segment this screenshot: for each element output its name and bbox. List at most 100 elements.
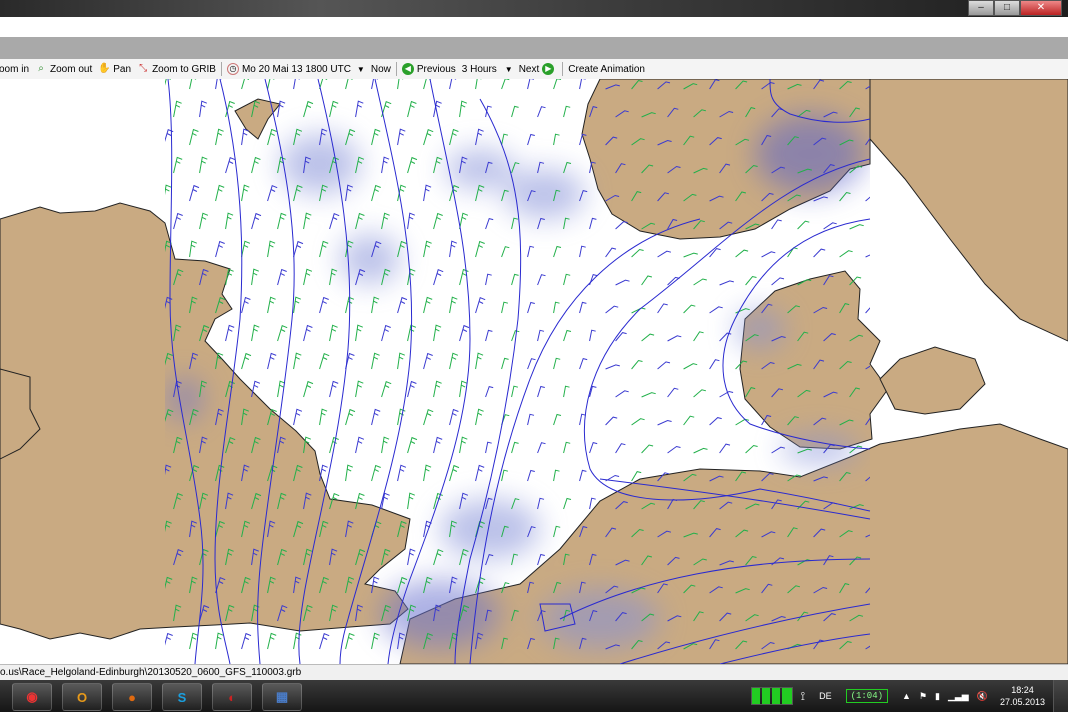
file-path: o.us\Race_Helgoland-Edinburgh\20130520_0… bbox=[0, 667, 302, 678]
wind-barb bbox=[381, 436, 390, 454]
wind-barb bbox=[667, 445, 681, 454]
wind-barb bbox=[423, 184, 432, 202]
wind-barb bbox=[407, 492, 415, 510]
wind-barb bbox=[563, 441, 571, 454]
wind-barb bbox=[641, 392, 656, 398]
wind-barb bbox=[615, 443, 626, 454]
map-canvas[interactable] bbox=[0, 79, 1068, 664]
zoom-to-grib-button[interactable]: ⤡ Zoom to GRIB bbox=[134, 60, 219, 78]
wind-barb bbox=[329, 100, 339, 118]
language-indicator[interactable]: DE bbox=[819, 691, 832, 701]
wind-barb bbox=[165, 632, 173, 646]
wind-barb bbox=[615, 279, 630, 286]
wind-barb bbox=[267, 79, 275, 90]
battery-indicator[interactable]: (1:04) bbox=[845, 689, 889, 703]
antenna-icon[interactable]: ⟟ bbox=[801, 689, 805, 704]
minimize-button[interactable]: – bbox=[968, 0, 994, 16]
wind-barb bbox=[511, 273, 519, 286]
next-button[interactable]: Next ▶ bbox=[516, 60, 561, 78]
wind-barb bbox=[433, 212, 443, 230]
wind-barb bbox=[579, 358, 588, 370]
now-button[interactable]: Now bbox=[368, 60, 394, 78]
volume-icon[interactable]: 🔇 bbox=[977, 691, 988, 702]
wind-barb bbox=[693, 389, 707, 398]
wind-barb bbox=[475, 352, 484, 370]
rain-area bbox=[755, 114, 865, 194]
wind-barb bbox=[459, 100, 467, 118]
wind-barb bbox=[449, 240, 457, 258]
wind-barb bbox=[537, 497, 545, 510]
wind-barb bbox=[511, 385, 519, 398]
wind-barb bbox=[657, 361, 671, 370]
signal-bars-icon[interactable] bbox=[750, 687, 793, 705]
wind-barb bbox=[397, 352, 405, 370]
flag-icon[interactable]: ⚑ bbox=[919, 691, 927, 702]
wind-barb bbox=[813, 248, 826, 258]
wind-barb bbox=[381, 212, 390, 230]
wind-barb bbox=[657, 250, 672, 258]
wind-barb bbox=[397, 296, 408, 314]
clock[interactable]: 18:24 27.05.2013 bbox=[1000, 684, 1045, 708]
zoom-in-button[interactable]: oom in bbox=[0, 60, 32, 78]
wind-barb bbox=[433, 324, 442, 342]
show-hidden-icons[interactable]: ▲ bbox=[902, 691, 911, 701]
wind-barb bbox=[537, 217, 545, 230]
wind-barb bbox=[823, 222, 837, 230]
wind-barb bbox=[267, 185, 278, 202]
wind-barb bbox=[667, 335, 682, 342]
danish-islands bbox=[879, 346, 986, 415]
wind-barb bbox=[371, 408, 381, 426]
skype-icon[interactable]: S bbox=[162, 683, 202, 711]
pan-button[interactable]: ✋ Pan bbox=[95, 60, 134, 78]
datetime-selector[interactable]: ◷ Mo 20 Mai 13 1800 UTC ▼ bbox=[224, 60, 368, 78]
weather-map[interactable] bbox=[0, 79, 1068, 664]
wind-barb bbox=[771, 277, 785, 286]
denmark-landmass bbox=[739, 270, 889, 450]
create-animation-button[interactable]: Create Animation bbox=[565, 60, 648, 78]
previous-label: Previous bbox=[416, 63, 456, 75]
wind-barb bbox=[485, 441, 492, 454]
maximize-button[interactable]: □ bbox=[994, 0, 1020, 16]
wind-barb bbox=[537, 329, 545, 342]
wind-barb bbox=[449, 352, 459, 370]
wind-barb bbox=[615, 332, 627, 342]
wind-barb bbox=[719, 332, 732, 342]
magnifier-icon: ⌕ bbox=[38, 63, 44, 74]
hand-icon: ✋ bbox=[98, 63, 111, 74]
toolbar-separator bbox=[562, 62, 564, 76]
wind-barb bbox=[397, 464, 407, 482]
wind-barb bbox=[475, 128, 484, 146]
step-selector[interactable]: 3 Hours ▼ bbox=[459, 60, 516, 78]
outlook-icon[interactable]: O bbox=[62, 683, 102, 711]
show-desktop-button[interactable] bbox=[1053, 680, 1068, 712]
wind-barb bbox=[241, 128, 249, 146]
zoom-out-label: Zoom out bbox=[50, 63, 93, 75]
wind-barb bbox=[719, 443, 731, 454]
wind-barb bbox=[319, 240, 329, 258]
app-blue-icon[interactable]: ▦ bbox=[262, 683, 302, 711]
zoom-out-button[interactable]: ⌕ Zoom out bbox=[32, 60, 95, 78]
wind-barb bbox=[303, 380, 314, 398]
previous-button[interactable]: ◀ Previous bbox=[399, 60, 459, 78]
wind-barb bbox=[771, 219, 782, 230]
wind-barb bbox=[579, 245, 586, 258]
close-button[interactable]: ✕ bbox=[1020, 0, 1062, 16]
wind-barb bbox=[355, 324, 363, 342]
network-icon[interactable]: ▁▃▅ bbox=[948, 691, 969, 702]
wind-barb bbox=[511, 441, 519, 454]
wind-barb bbox=[225, 212, 234, 230]
wind-barb bbox=[423, 464, 432, 482]
app-red-icon[interactable]: ◐ bbox=[212, 683, 252, 711]
wind-barb bbox=[293, 352, 302, 370]
now-label: Now bbox=[370, 63, 391, 75]
wind-barb bbox=[719, 390, 734, 398]
wind-barb bbox=[319, 633, 330, 650]
toolbar-separator bbox=[395, 62, 397, 76]
wind-barb bbox=[709, 417, 722, 426]
wind-barb bbox=[215, 632, 224, 650]
start-icon[interactable]: ◉ bbox=[12, 683, 52, 711]
battery-icon[interactable]: ▮ bbox=[935, 691, 940, 702]
status-bar: o.us\Race_Helgoland-Edinburgh\20130520_0… bbox=[0, 664, 1068, 681]
firefox-icon[interactable]: ● bbox=[112, 683, 152, 711]
wind-barb bbox=[501, 133, 509, 146]
